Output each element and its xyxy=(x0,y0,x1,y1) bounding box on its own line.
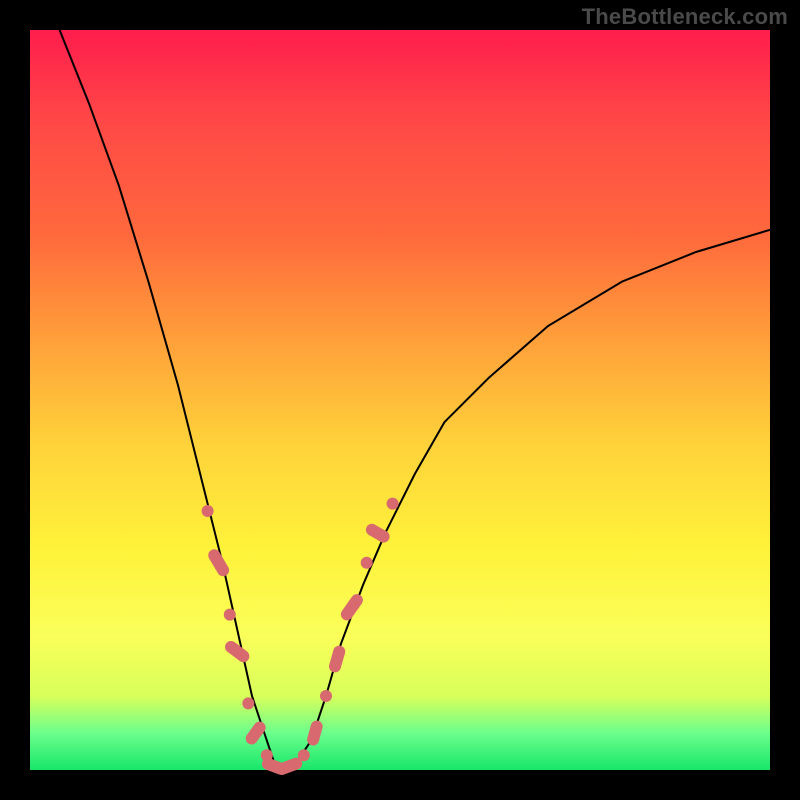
marker-pill xyxy=(328,644,347,674)
marker-dot xyxy=(361,557,373,569)
marker-pill xyxy=(223,639,252,665)
marker-pill xyxy=(306,719,324,747)
marker-dot xyxy=(224,609,236,621)
watermark-label: TheBottleneck.com xyxy=(582,4,788,30)
plot-area xyxy=(30,30,770,770)
marker-dot xyxy=(320,690,332,702)
marker-dot xyxy=(242,697,254,709)
chart-frame: TheBottleneck.com xyxy=(0,0,800,800)
marker-dot xyxy=(387,498,399,510)
plot-svg xyxy=(30,30,770,770)
marker-dot xyxy=(202,505,214,517)
marker-dot xyxy=(298,749,310,761)
bottleneck-curve xyxy=(60,30,770,770)
marker-pill xyxy=(339,592,366,623)
marker-pill xyxy=(206,547,231,578)
marker-group xyxy=(202,498,399,777)
marker-pill xyxy=(364,522,392,545)
